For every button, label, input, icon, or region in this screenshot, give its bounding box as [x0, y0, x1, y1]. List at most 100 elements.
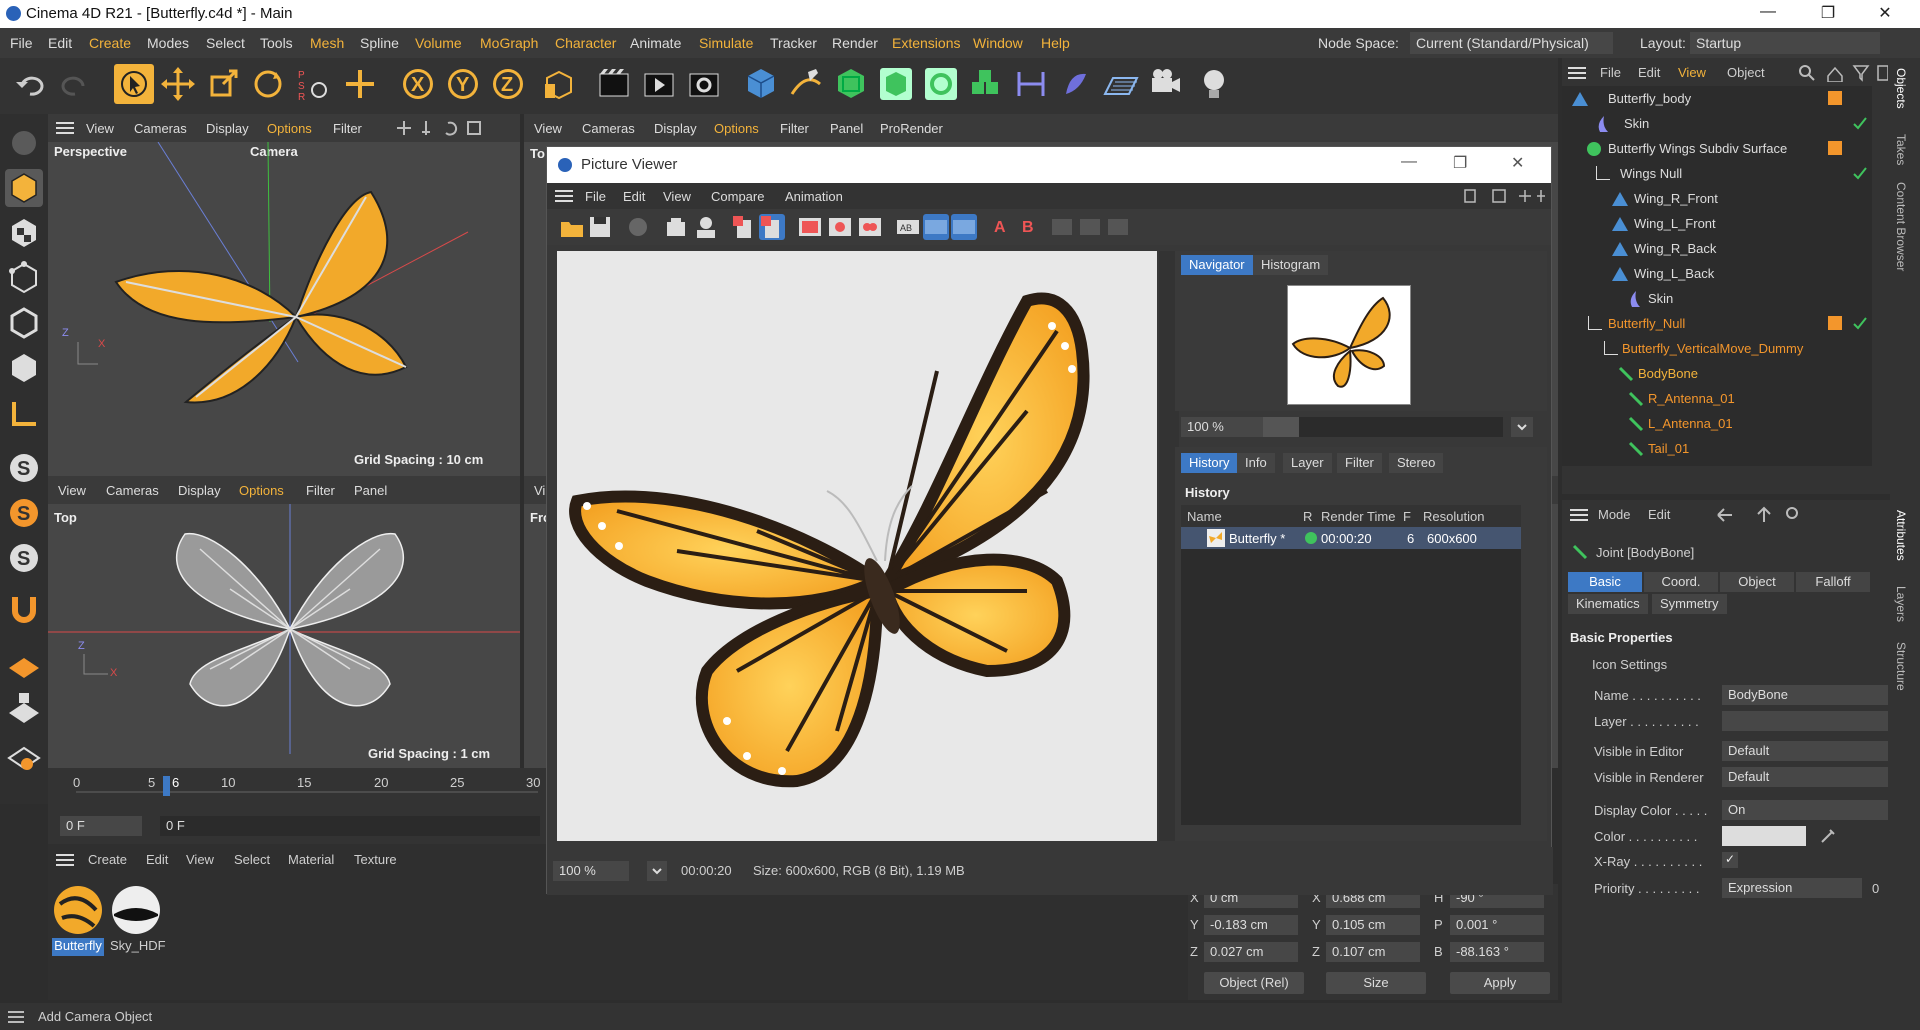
side-tab-attributes[interactable]: Attributes — [1894, 510, 1908, 561]
polygons-mode-icon[interactable] — [5, 349, 43, 387]
camera-icon[interactable] — [1146, 64, 1186, 104]
navigator-zoom-slider[interactable] — [1263, 417, 1503, 437]
ab-horizontal-icon[interactable] — [951, 214, 977, 240]
vp-menu-options[interactable]: Options — [239, 483, 284, 498]
texture-mode-icon[interactable] — [5, 214, 43, 252]
locked-workplane-icon[interactable] — [5, 689, 43, 727]
show-stereo-icon[interactable] — [857, 214, 883, 240]
vp-menu-cameras[interactable]: Cameras — [106, 483, 159, 498]
apply-button[interactable]: Apply — [1450, 972, 1550, 994]
search-icon[interactable] — [1798, 64, 1888, 82]
position-z-field[interactable]: 0.027 cm — [1204, 942, 1298, 962]
hamburger-menu-icon[interactable] — [56, 122, 74, 134]
tab-coord[interactable]: Coord. — [1644, 572, 1718, 592]
ab-compare-icon[interactable]: AB — [895, 214, 921, 240]
menu-file[interactable]: File — [10, 35, 33, 51]
show-filter-icon[interactable] — [797, 214, 823, 240]
hamburger-menu-icon[interactable] — [1568, 67, 1586, 79]
edges-mode-icon[interactable] — [5, 304, 43, 342]
tab-history[interactable]: History — [1181, 453, 1238, 473]
tab-histogram[interactable]: Histogram — [1253, 255, 1329, 275]
z-axis-icon[interactable]: Z — [488, 64, 528, 104]
solo-icon[interactable]: S — [5, 494, 43, 532]
menu-animate[interactable]: Animate — [630, 35, 681, 51]
mat-menu-texture[interactable]: Texture — [354, 852, 397, 867]
vp-menu-view[interactable]: View — [86, 121, 114, 136]
panel-layout-icons[interactable] — [1463, 188, 1549, 204]
vp-menu-cameras[interactable]: Cameras — [582, 121, 635, 136]
om-menu-object[interactable]: Object — [1727, 65, 1765, 80]
coord-mode-dropdown[interactable]: Object (Rel) — [1204, 972, 1304, 994]
back-arrow-icon[interactable] — [1712, 506, 1862, 524]
mat-menu-edit[interactable]: Edit — [146, 852, 168, 867]
top-viewport[interactable]: View Cameras Display Options Filter Pane… — [48, 476, 520, 768]
vp-menu-view[interactable]: View — [58, 483, 86, 498]
menu-mesh[interactable]: Mesh — [310, 35, 344, 51]
visible-in-editor-dropdown[interactable]: Default — [1722, 741, 1888, 761]
model-mode-icon[interactable] — [5, 169, 43, 207]
material-sky-hdr[interactable]: Sky_HDF — [110, 884, 166, 956]
hamburger-menu-icon[interactable] — [56, 854, 74, 866]
vp-menu-view[interactable]: Vi — [534, 483, 545, 498]
open-icon[interactable] — [559, 214, 585, 240]
close-button[interactable]: ✕ — [1862, 3, 1908, 25]
render-settings-icon[interactable] — [684, 64, 724, 104]
layers-icon[interactable] — [759, 214, 785, 240]
vp-menu-options[interactable]: Options — [267, 121, 312, 136]
node-space-dropdown[interactable]: Current (Standard/Physical) — [1410, 32, 1613, 54]
pv-menu-animation[interactable]: Animation — [785, 189, 843, 204]
hamburger-menu-icon[interactable] — [1570, 509, 1588, 521]
navigator-thumbnail[interactable] — [1287, 285, 1411, 405]
pv-close-button[interactable]: ✕ — [1511, 153, 1524, 173]
vp-menu-display[interactable]: Display — [654, 121, 697, 136]
compare-icon-1[interactable] — [1049, 214, 1075, 240]
vp-menu-options[interactable]: Options — [714, 121, 759, 136]
column-header[interactable]: F — [1403, 509, 1411, 524]
uv-mode-icon[interactable] — [5, 394, 43, 432]
hamburger-menu-icon[interactable] — [8, 1011, 24, 1023]
menu-character[interactable]: Character — [555, 35, 616, 51]
tab-navigator[interactable]: Navigator — [1181, 255, 1253, 275]
size-y-field[interactable]: 0.105 cm — [1326, 915, 1420, 935]
xray-checkbox[interactable]: ✓ — [1722, 852, 1738, 868]
tab-kinematics[interactable]: Kinematics — [1568, 594, 1648, 614]
snap-icon[interactable]: S — [5, 449, 43, 487]
menu-edit[interactable]: Edit — [48, 35, 72, 51]
extrude-icon[interactable] — [876, 64, 916, 104]
tab-stereo[interactable]: Stereo — [1389, 453, 1444, 473]
points-mode-icon[interactable] — [5, 259, 43, 297]
menu-spline[interactable]: Spline — [360, 35, 399, 51]
zoom-dropdown-button[interactable] — [1511, 417, 1533, 437]
minimize-button[interactable]: — — [1745, 3, 1791, 25]
pv-menu-compare[interactable]: Compare — [711, 189, 764, 204]
navigator-zoom-field[interactable]: 100 % — [1181, 417, 1263, 437]
save-icon[interactable] — [587, 214, 613, 240]
pv-menu-file[interactable]: File — [585, 189, 606, 204]
column-header[interactable]: Resolution — [1423, 509, 1484, 524]
render-canvas[interactable] — [557, 251, 1157, 841]
tab-symmetry[interactable]: Symmetry — [1652, 594, 1727, 614]
light-icon[interactable] — [1194, 64, 1234, 104]
menu-modes[interactable]: Modes — [147, 35, 189, 51]
object-tags-column[interactable] — [1820, 86, 1872, 466]
priority-number[interactable]: 0 — [1872, 881, 1879, 896]
column-header[interactable]: Name — [1187, 509, 1222, 524]
scale-icon[interactable] — [203, 64, 243, 104]
render-view-icon[interactable] — [594, 64, 634, 104]
pv-maximize-button[interactable]: ❐ — [1453, 153, 1467, 173]
eyedropper-icon[interactable] — [1818, 826, 1838, 846]
side-tab-layers[interactable]: Layers — [1894, 586, 1908, 622]
render-object-icon[interactable] — [693, 214, 719, 240]
ab-vertical-icon[interactable] — [923, 214, 949, 240]
pen-spline-icon[interactable] — [786, 64, 826, 104]
mat-menu-create[interactable]: Create — [88, 852, 127, 867]
menu-mograph[interactable]: MoGraph — [480, 35, 538, 51]
menu-window[interactable]: Window — [973, 35, 1023, 51]
menu-select[interactable]: Select — [206, 35, 245, 51]
hamburger-menu-icon[interactable] — [555, 190, 573, 202]
vp-menu-display[interactable]: Display — [206, 121, 249, 136]
pv-menu-edit[interactable]: Edit — [623, 189, 645, 204]
make-editable-icon[interactable] — [5, 124, 43, 162]
side-tab-objects[interactable]: Objects — [1894, 68, 1908, 109]
compare-icon-3[interactable] — [1105, 214, 1131, 240]
